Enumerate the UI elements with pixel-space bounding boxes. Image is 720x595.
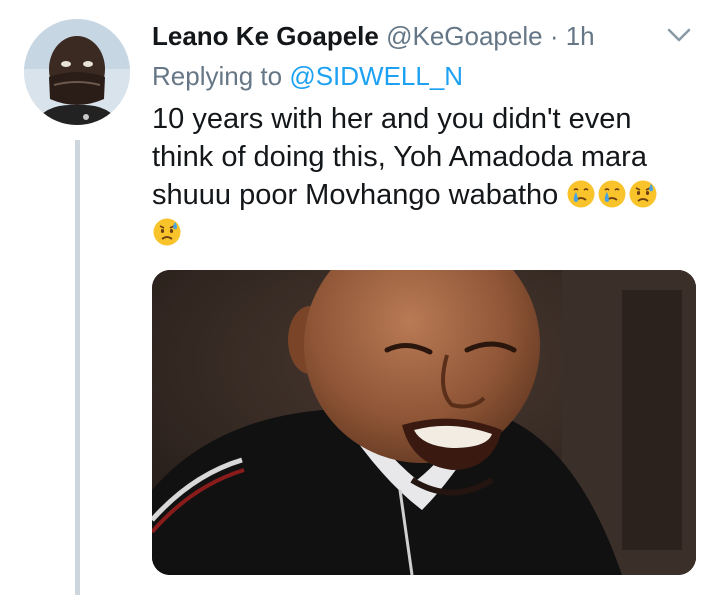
replying-prefix: Replying to — [152, 61, 283, 91]
thread-connector-line — [75, 140, 80, 595]
avatar-image — [24, 19, 130, 125]
reply-target-link[interactable]: @SIDWELL_N — [289, 61, 463, 91]
avatar[interactable] — [24, 19, 130, 125]
display-name[interactable]: Leano Ke Goapele — [152, 21, 379, 51]
chevron-down-icon[interactable] — [666, 26, 692, 44]
tweet-media-photo[interactable] — [152, 270, 696, 575]
tweet-text-line: 10 years with her and you didn't even — [152, 103, 632, 135]
crying-face-icon — [566, 179, 596, 209]
crying-face-icon — [597, 179, 627, 209]
tweet-text-line: think of doing this, Yoh Amadoda mara — [152, 141, 647, 173]
replying-to: Replying to @SIDWELL_N — [152, 59, 463, 93]
tweet-text-segment: shuuu poor Movhango wabatho — [152, 179, 559, 211]
tweet-header: Leano Ke Goapele @KeGoapele · 1h — [152, 16, 680, 56]
worried-face-with-sweat-icon — [628, 179, 658, 209]
tweet-text-line — [152, 214, 712, 252]
timestamp[interactable]: 1h — [566, 21, 595, 51]
tweet-text: 10 years with her and you didn't even th… — [152, 100, 712, 252]
worried-face-with-sweat-icon — [152, 217, 182, 247]
tweet-text-line: shuuu poor Movhango wabatho — [152, 176, 712, 214]
user-handle[interactable]: @KeGoapele — [386, 21, 543, 51]
man-crying-photo — [152, 270, 696, 575]
separator-dot: · — [549, 21, 559, 51]
